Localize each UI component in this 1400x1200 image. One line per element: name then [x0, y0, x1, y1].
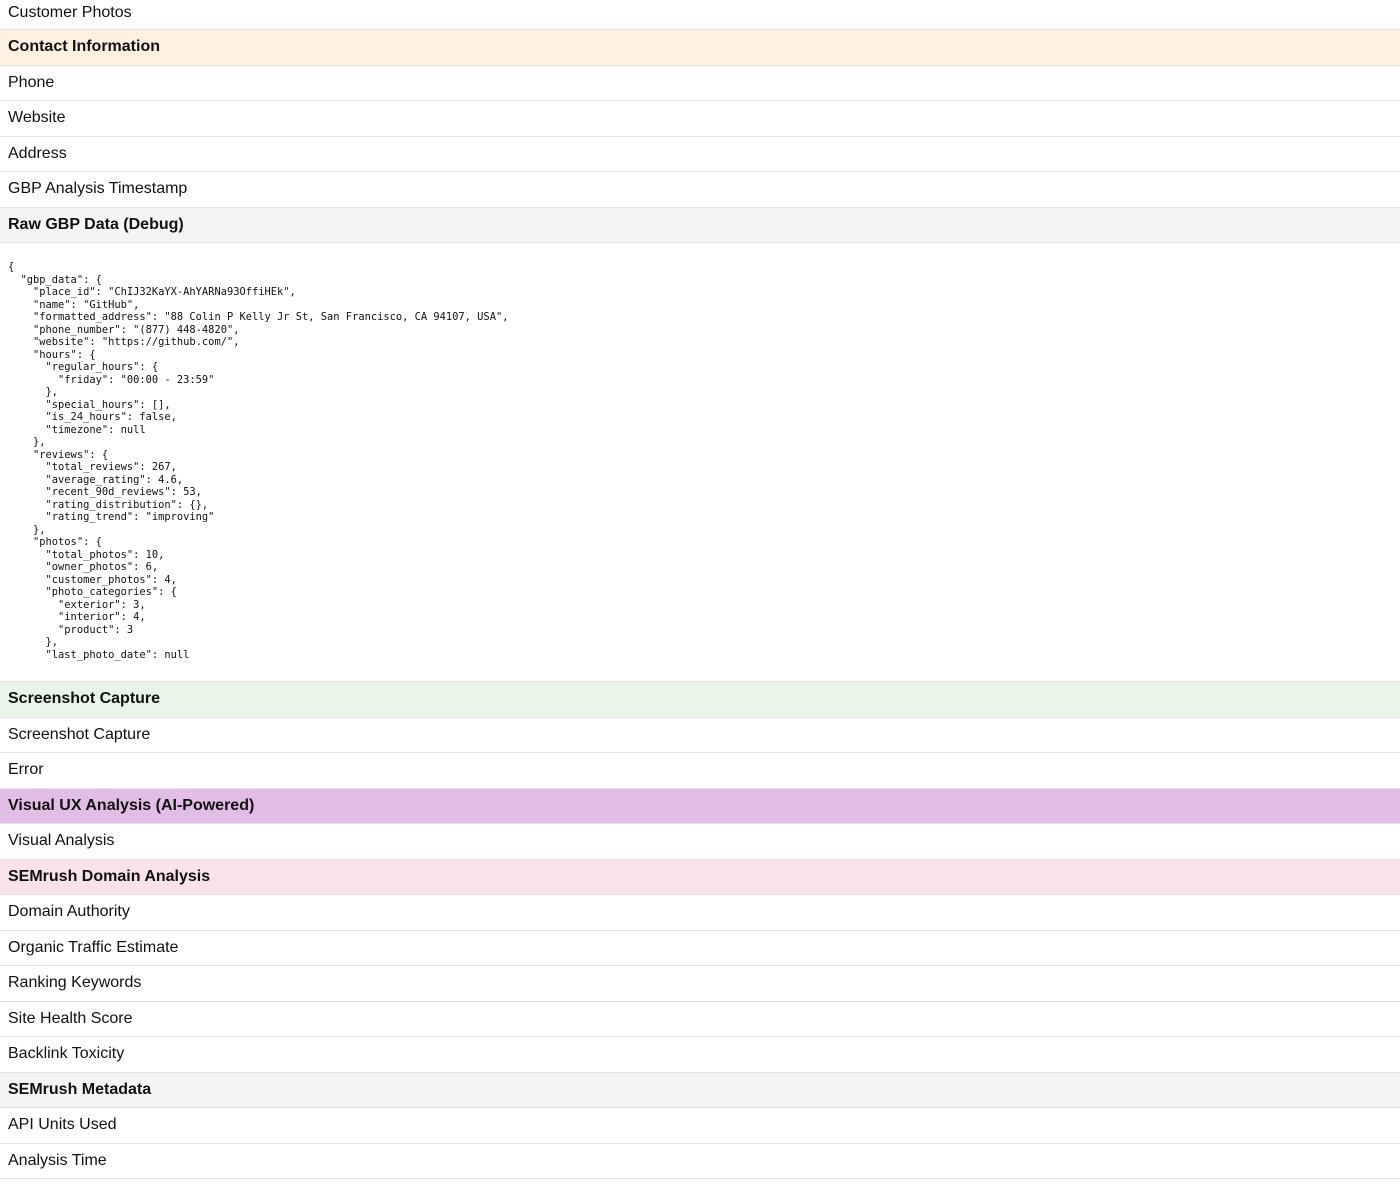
row-label: Analysis Time	[8, 1151, 107, 1169]
row-error: Error	[0, 753, 1400, 789]
row-customer-photos: Customer Photos	[0, 0, 1400, 30]
section-title: Screenshot Capture	[8, 690, 161, 707]
row-label: Backlink Toxicity	[8, 1045, 125, 1062]
row-label: Domain Authority	[8, 903, 130, 920]
row-label: Address	[8, 144, 67, 162]
row-label: Site Health Score	[8, 1009, 133, 1027]
row-label: Screenshot Capture	[8, 725, 151, 743]
row-organic-traffic-estimate: Organic Traffic Estimate	[0, 931, 1400, 966]
row-screenshot-capture: Screenshot Capture	[0, 718, 1400, 753]
row-site-health-score: Site Health Score	[0, 1002, 1400, 1037]
row-label: API Units Used	[8, 1116, 117, 1133]
raw-gbp-data-panel: { "gbp_data": { "place_id": "ChIJ32KaYX-…	[0, 243, 1400, 682]
section-header-contact-information: Contact Information	[0, 30, 1400, 66]
row-label: Ranking Keywords	[8, 974, 142, 991]
section-title: SEMrush Domain Analysis	[8, 867, 211, 885]
row-label: Visual Analysis	[8, 832, 115, 849]
row-label: GBP Analysis Timestamp	[8, 180, 188, 197]
row-gbp-analysis-timestamp: GBP Analysis Timestamp	[0, 172, 1400, 208]
section-header-semrush-metadata: SEMrush Metadata	[0, 1072, 1400, 1108]
row-api-units-used: API Units Used	[0, 1108, 1400, 1144]
row-address: Address	[0, 137, 1400, 172]
section-header-visual-ux-analysis: Visual UX Analysis (AI-Powered)	[0, 788, 1400, 824]
row-label: Website	[8, 109, 66, 126]
section-title: Raw GBP Data (Debug)	[8, 215, 184, 233]
report-table: Customer Photos Contact Information Phon…	[0, 0, 1400, 1179]
section-header-screenshot-capture: Screenshot Capture	[0, 682, 1400, 718]
section-title: Visual UX Analysis (AI-Powered)	[8, 796, 255, 814]
section-header-semrush-domain-analysis: SEMrush Domain Analysis	[0, 859, 1400, 895]
row-visual-analysis: Visual Analysis	[0, 824, 1400, 860]
row-label: Customer Photos	[8, 4, 132, 21]
row-label: Error	[8, 761, 44, 778]
section-title: SEMrush Metadata	[8, 1080, 152, 1098]
row-website: Website	[0, 101, 1400, 137]
section-title: Contact Information	[8, 38, 160, 55]
row-domain-authority: Domain Authority	[0, 895, 1400, 931]
row-analysis-time: Analysis Time	[0, 1144, 1400, 1179]
row-label: Organic Traffic Estimate	[8, 938, 179, 956]
row-label: Phone	[8, 73, 55, 91]
section-header-raw-gbp-data: Raw GBP Data (Debug)	[0, 207, 1400, 243]
raw-gbp-json-code[interactable]: { "gbp_data": { "place_id": "ChIJ32KaYX-…	[8, 261, 1392, 661]
row-phone: Phone	[0, 66, 1400, 101]
row-backlink-toxicity: Backlink Toxicity	[0, 1037, 1400, 1073]
row-ranking-keywords: Ranking Keywords	[0, 966, 1400, 1002]
